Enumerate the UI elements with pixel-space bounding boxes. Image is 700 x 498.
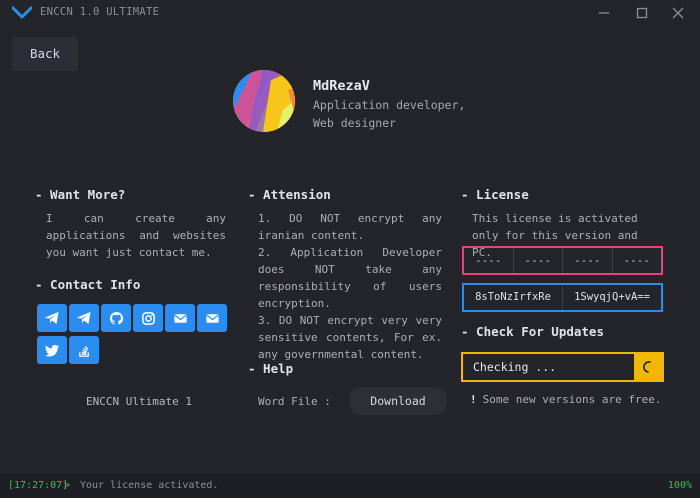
- github-icon: [109, 311, 123, 325]
- app-logo-icon: [12, 6, 32, 19]
- update-note-text: Some new versions are free.: [482, 393, 662, 406]
- window-title: ENCCN 1.0 ULTIMATE: [40, 6, 160, 18]
- license-code-cell[interactable]: ----: [563, 248, 613, 273]
- minimize-icon: [599, 12, 609, 14]
- want-more-title: - Want More?: [35, 187, 126, 202]
- check-updates-status: Checking ...: [473, 360, 557, 374]
- telegram-icon: [45, 312, 59, 324]
- title-bar: ENCCN 1.0 ULTIMATE: [0, 0, 700, 26]
- close-button[interactable]: [668, 4, 688, 22]
- avatar: [233, 70, 295, 132]
- status-message: Your license activated.: [80, 480, 219, 491]
- telegram-button[interactable]: [37, 304, 67, 332]
- mail-icon: [205, 313, 219, 323]
- app-version-label: ENCCN Ultimate 1: [86, 395, 192, 408]
- telegram-icon: [77, 312, 91, 324]
- exclamation-icon: !: [470, 393, 477, 406]
- help-title: - Help: [248, 361, 294, 376]
- update-note: ! Some new versions are free.: [470, 393, 661, 406]
- check-updates-button[interactable]: Checking ...: [461, 352, 664, 382]
- maximize-icon: [636, 7, 648, 19]
- license-code-cell[interactable]: ----: [514, 248, 563, 273]
- instagram-icon: [141, 311, 155, 325]
- status-progress: 100%: [667, 480, 692, 491]
- word-file-label: Word File :: [258, 395, 331, 408]
- profile-name: MdRezaV: [313, 78, 370, 94]
- license-code-cell[interactable]: ----: [613, 248, 662, 273]
- contact-info-title: - Contact Info: [35, 277, 141, 292]
- instagram-button[interactable]: [133, 304, 163, 332]
- license-code-cell[interactable]: ----: [464, 248, 514, 273]
- back-button[interactable]: Back: [12, 37, 78, 71]
- license-title: - License: [461, 187, 529, 202]
- status-timestamp: [17:27:07]: [8, 480, 69, 491]
- stackoverflow-icon: [78, 345, 89, 357]
- attention-title: - Attension: [248, 187, 331, 202]
- close-icon: [672, 7, 684, 19]
- avatar-logo-icon: [233, 70, 295, 132]
- maximize-button[interactable]: [632, 4, 652, 22]
- minimize-button[interactable]: [594, 4, 614, 22]
- telegram-channel-button[interactable]: [69, 304, 99, 332]
- twitter-button[interactable]: [37, 336, 67, 364]
- want-more-text: I can create any applications and websit…: [46, 212, 226, 259]
- status-bar: [17:27:07] > Your license activated. 100…: [0, 474, 700, 498]
- twitter-icon: [44, 344, 59, 356]
- loading-spinner-icon: [634, 354, 662, 380]
- updates-title: - Check For Updates: [461, 324, 604, 339]
- license-key-box[interactable]: 8sToNzIrfxRe 1SwyqjQ+vA==: [462, 283, 663, 312]
- license-code-box[interactable]: ---- ---- ---- ----: [462, 246, 663, 275]
- email-alt-button[interactable]: [197, 304, 227, 332]
- download-button[interactable]: Download: [349, 387, 447, 415]
- license-key-part-1[interactable]: 8sToNzIrfxRe: [464, 285, 563, 310]
- status-prompt: >: [64, 480, 71, 491]
- email-button[interactable]: [165, 304, 195, 332]
- mail-icon: [173, 313, 187, 323]
- profile-role: Application developer, Web designer: [313, 98, 466, 130]
- stackoverflow-button[interactable]: [69, 336, 99, 364]
- attention-text: 1. DO NOT encrypt any iranian content. 2…: [258, 212, 442, 361]
- github-button[interactable]: [101, 304, 131, 332]
- license-key-part-2[interactable]: 1SwyqjQ+vA==: [563, 285, 661, 310]
